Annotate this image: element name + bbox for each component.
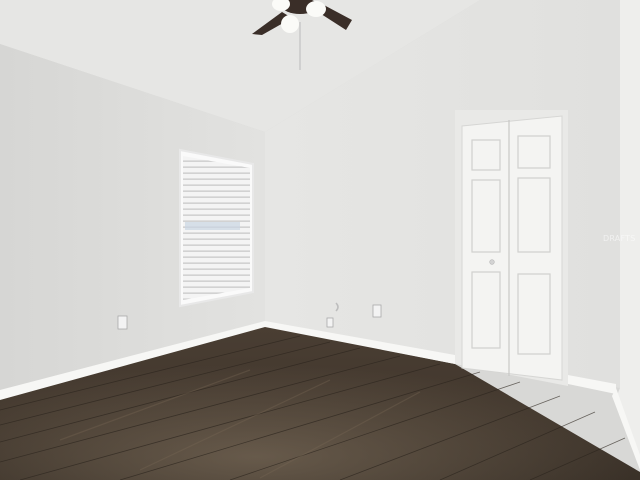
outlet-icon [326, 317, 334, 328]
closet-door [455, 110, 568, 386]
outlet-icon [117, 315, 128, 330]
outlet-icon [372, 304, 382, 318]
window [179, 148, 254, 308]
door-knob-icon [489, 259, 495, 265]
room-scene [0, 0, 640, 480]
watermark-text: DRAFTS [603, 234, 636, 243]
